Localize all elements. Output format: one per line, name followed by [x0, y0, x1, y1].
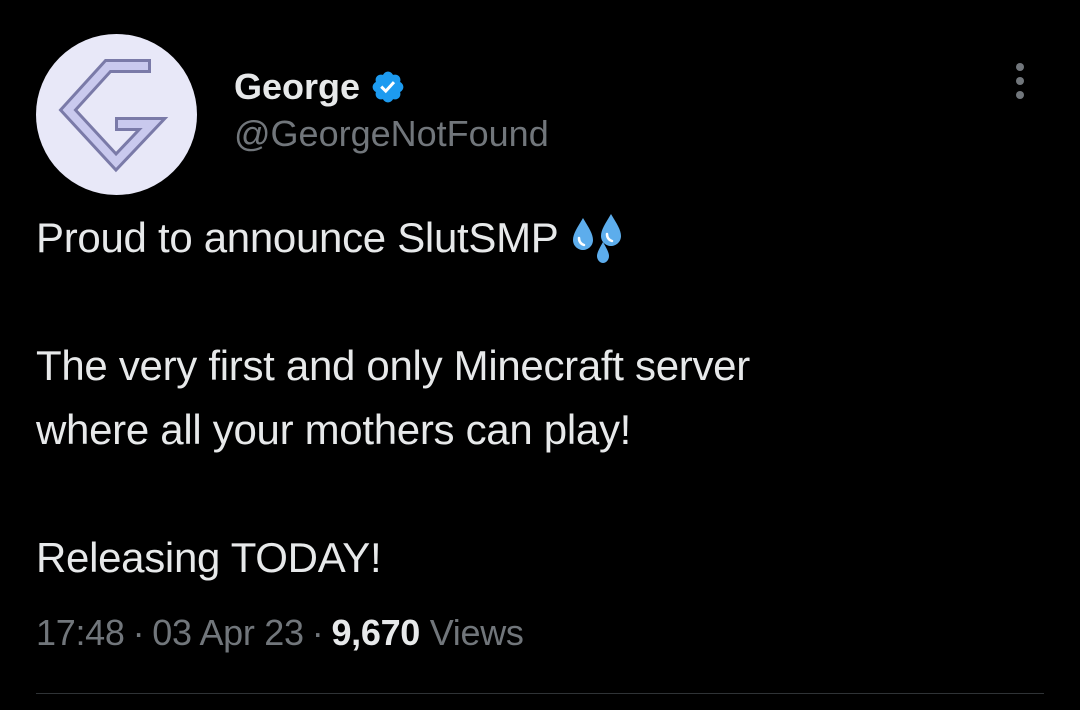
author-name-row: George	[234, 64, 406, 110]
tweet-text: Proud to announce SlutSMP The very first…	[36, 206, 1036, 590]
views-count: 9,670	[331, 612, 421, 653]
meta-separator: ·	[311, 612, 324, 653]
display-name[interactable]: George	[234, 64, 360, 110]
tweet-meta: 17:48 · 03 Apr 23 · 9,670 Views	[36, 610, 524, 656]
tweet-line-3: where all your mothers can play!	[36, 406, 632, 453]
views-label: Views	[429, 612, 524, 653]
more-vertical-icon	[1016, 63, 1024, 99]
tweet-paragraph-1: Proud to announce SlutSMP	[36, 206, 1036, 270]
tweet-line-4: Releasing TODAY!	[36, 534, 382, 581]
user-handle[interactable]: @GeorgeNotFound	[234, 112, 549, 156]
more-options-button[interactable]	[1000, 56, 1040, 104]
avatar[interactable]	[36, 34, 197, 195]
george-logo-icon	[58, 59, 169, 173]
tweet-line-2: The very first and only Minecraft server	[36, 342, 750, 389]
divider	[36, 693, 1044, 694]
tweet-line-1: Proud to announce SlutSMP	[36, 214, 559, 261]
tweet-time[interactable]: 17:48	[36, 612, 125, 653]
sweat-droplets-emoji	[572, 214, 621, 263]
tweet-paragraph-2: The very first and only Minecraft server…	[36, 334, 1036, 462]
tweet-paragraph-3: Releasing TODAY!	[36, 526, 1036, 590]
meta-separator: ·	[132, 612, 145, 653]
tweet-card: George @GeorgeNotFound Proud to announce…	[0, 0, 1080, 710]
tweet-date[interactable]: 03 Apr 23	[152, 612, 304, 653]
verified-badge-icon	[372, 71, 404, 103]
